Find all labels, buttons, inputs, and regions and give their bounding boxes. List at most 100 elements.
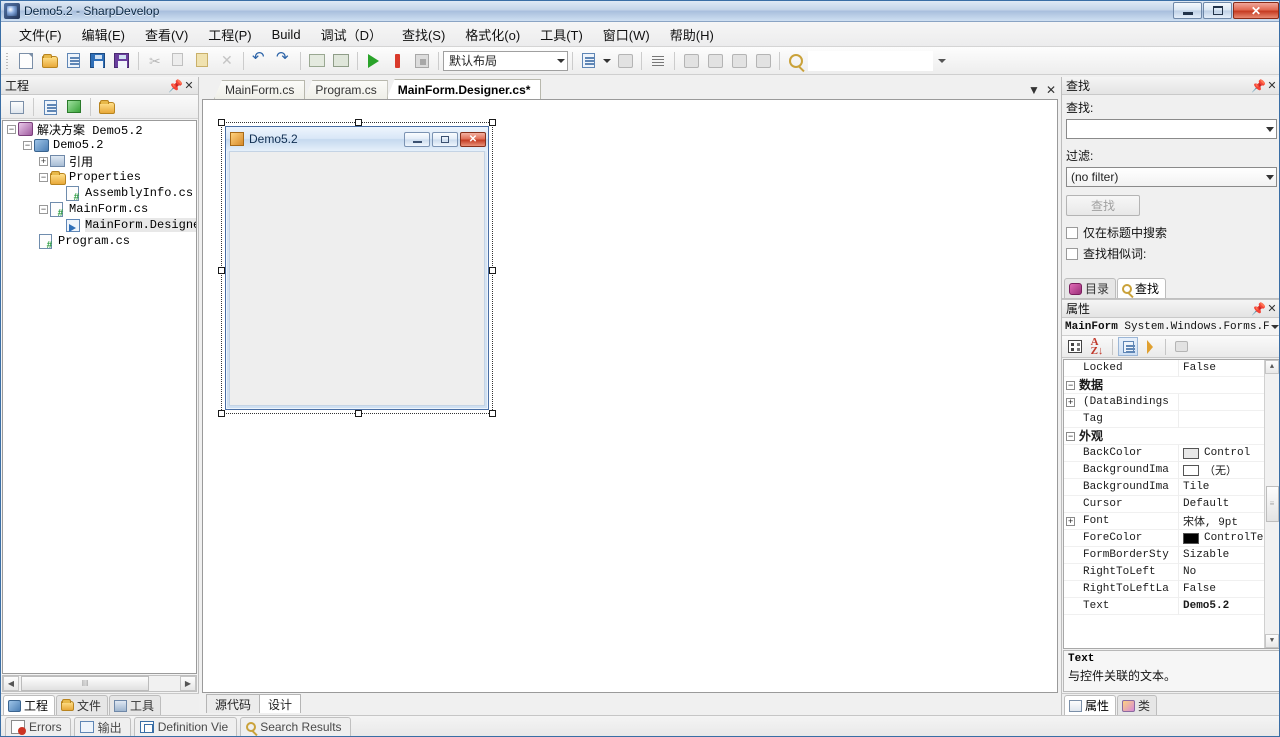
delete-icon[interactable]: ✕ — [216, 50, 238, 72]
undo-icon[interactable]: ↶ — [249, 50, 271, 72]
prop-locked[interactable]: Locked False — [1064, 360, 1279, 377]
menu-search[interactable]: 查找(S) — [392, 22, 455, 47]
project-tree[interactable]: − 解决方案 Demo5.2 − Demo5.2 + 引用 − Properti… — [2, 120, 197, 674]
search-input[interactable] — [808, 50, 933, 71]
tab-project[interactable]: 工程 — [3, 695, 56, 715]
tree-node-references[interactable]: + 引用 — [3, 153, 196, 170]
menu-build[interactable]: Build — [262, 24, 311, 45]
resize-handle-ne[interactable] — [489, 119, 496, 126]
bookmark-icon[interactable] — [578, 50, 600, 72]
menu-view[interactable]: 查看(V) — [135, 22, 198, 47]
prop-forecolor[interactable]: ForeColor ControlText — [1064, 529, 1279, 547]
menu-debug[interactable]: 调试（D） — [311, 22, 392, 47]
panel3-icon[interactable] — [728, 50, 750, 72]
save-icon[interactable] — [87, 50, 109, 72]
prop-category-data[interactable]: − 数据 — [1064, 377, 1279, 394]
paste-icon[interactable] — [192, 50, 214, 72]
form-close-button[interactable]: ✕ — [460, 131, 486, 147]
viewtab-design[interactable]: 设计 — [259, 694, 302, 713]
prop-righttoleft[interactable]: RightToLeft No — [1064, 563, 1279, 581]
search-dropdown-icon[interactable] — [933, 58, 951, 63]
collapse-icon[interactable]: − — [1066, 380, 1075, 390]
scrollbar-thumb[interactable]: ≡ — [1265, 486, 1279, 522]
prop-formborderstyle[interactable]: FormBorderSty Sizable — [1064, 546, 1279, 564]
property-grid[interactable]: Locked False − 数据 + (DataBindings Tag − … — [1063, 359, 1279, 649]
scroll-right-icon[interactable]: ▶ — [180, 676, 196, 691]
resize-handle-w[interactable] — [218, 267, 225, 274]
collapse-icon[interactable]: − — [1066, 431, 1075, 441]
properties-button[interactable] — [1118, 337, 1138, 356]
bookmark-dropdown-icon[interactable] — [602, 50, 612, 72]
menu-help[interactable]: 帮助(H) — [660, 22, 724, 47]
form-minimize-button[interactable] — [404, 131, 430, 147]
refresh-icon[interactable] — [63, 96, 85, 118]
expander-icon[interactable]: + — [39, 156, 48, 166]
resize-handle-nw[interactable] — [218, 119, 225, 126]
prop-text[interactable]: Text Demo5.2 — [1064, 597, 1279, 615]
find-search-input[interactable] — [1066, 119, 1277, 139]
form-client-area[interactable] — [229, 151, 485, 406]
resize-handle-e[interactable] — [489, 267, 496, 274]
prop-backgroundimage[interactable]: BackgroundIma （无） — [1064, 461, 1279, 479]
expand-icon[interactable]: + — [1066, 397, 1075, 407]
tree-node-project[interactable]: − Demo5.2 — [3, 137, 196, 153]
bottomtab-output[interactable]: 输出 — [73, 717, 131, 736]
close-button[interactable]: ✕ — [1233, 2, 1279, 19]
property-pages-button[interactable] — [1171, 337, 1191, 356]
panel2-icon[interactable] — [704, 50, 726, 72]
pin-icon[interactable]: 📌 — [1251, 79, 1266, 93]
scroll-down-icon[interactable]: ▼ — [1265, 634, 1279, 648]
tree-node-solution[interactable]: − 解决方案 Demo5.2 — [3, 121, 196, 138]
scroll-left-icon[interactable]: ◀ — [3, 676, 19, 691]
tree-node-mainform[interactable]: − MainForm.cs — [3, 201, 196, 219]
properties-icon[interactable] — [6, 96, 28, 118]
tree-node-assemblyinfo[interactable]: AssemblyInfo.cs — [3, 185, 196, 203]
new-project-icon[interactable] — [63, 50, 85, 72]
toolbar-grip[interactable] — [5, 51, 11, 70]
expander-icon[interactable]: − — [39, 204, 48, 214]
prop-category-appearance[interactable]: − 外观 — [1064, 428, 1279, 445]
tab-list-chevron-down-icon[interactable]: ▼ — [1028, 83, 1040, 97]
categorized-button[interactable] — [1065, 337, 1085, 356]
tab-classes[interactable]: 类 — [1117, 695, 1158, 715]
tab-contents[interactable]: 目录 — [1064, 278, 1117, 298]
menu-format[interactable]: 格式化(o) — [455, 22, 530, 47]
cut-icon[interactable]: ✂ — [144, 50, 166, 72]
tree-node-program[interactable]: Program.cs — [3, 233, 196, 251]
format-icon[interactable] — [647, 50, 669, 72]
designed-form[interactable]: Demo5.2 ✕ — [225, 126, 489, 410]
minimize-button[interactable] — [1173, 2, 1202, 19]
scrollbar-thumb[interactable]: ‖‖ — [21, 676, 149, 691]
close-icon[interactable]: ✕ — [1265, 302, 1279, 315]
bottomtab-definition-view[interactable]: Definition Vie — [133, 717, 238, 736]
find-icon[interactable] — [785, 50, 807, 72]
prop-font[interactable]: + Font 宋体, 9pt — [1064, 512, 1279, 530]
prop-databindings[interactable]: + (DataBindings — [1064, 393, 1279, 411]
close-icon[interactable]: ✕ — [182, 79, 196, 92]
tab-properties[interactable]: 属性 — [1064, 695, 1117, 715]
menu-project[interactable]: 工程(P) — [198, 22, 261, 47]
prop-tag[interactable]: Tag — [1064, 410, 1279, 428]
tree-node-properties[interactable]: − Properties — [3, 169, 196, 185]
resize-handle-n[interactable] — [355, 119, 362, 126]
find-similar-checkbox[interactable]: 查找相似词: — [1066, 245, 1277, 262]
doctab-mainform-designer-cs[interactable]: MainForm.Designer.cs* — [386, 79, 542, 99]
uncomment-icon[interactable] — [330, 50, 352, 72]
resize-handle-sw[interactable] — [218, 410, 225, 417]
menu-tools[interactable]: 工具(T) — [530, 22, 593, 47]
save-all-icon[interactable] — [111, 50, 133, 72]
tab-files[interactable]: 文件 — [56, 695, 109, 715]
run-icon[interactable] — [363, 50, 385, 72]
bookmark-next-icon[interactable] — [614, 50, 636, 72]
new-file-icon[interactable] — [15, 50, 37, 72]
form-designer-surface[interactable]: Demo5.2 ✕ — [202, 99, 1058, 693]
resize-handle-s[interactable] — [355, 410, 362, 417]
layout-combo[interactable]: 默认布局 — [443, 50, 568, 71]
pin-icon[interactable]: 📌 — [1251, 302, 1266, 316]
scroll-up-icon[interactable]: ▲ — [1265, 360, 1279, 374]
expander-icon[interactable]: − — [7, 124, 16, 134]
error-icon[interactable] — [387, 50, 409, 72]
show-all-files-icon[interactable] — [39, 96, 61, 118]
resize-handle-se[interactable] — [489, 410, 496, 417]
pin-icon[interactable]: 📌 — [168, 79, 183, 93]
